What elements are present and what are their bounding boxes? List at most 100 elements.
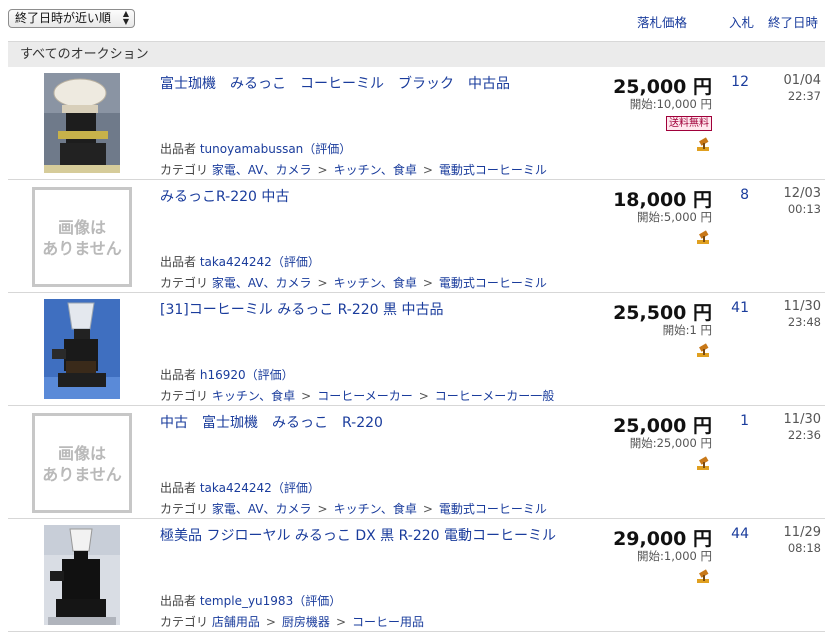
- seller-label: 出品者: [160, 594, 197, 608]
- category-link[interactable]: キッチン、食卓: [212, 389, 295, 403]
- no-image-text: 画像は: [57, 218, 106, 237]
- seller-rating-link[interactable]: （評価）: [303, 142, 351, 156]
- category-breadcrumb: カテゴリ 家電、AV、カメラ > キッチン、食卓 > 電動式コーヒーミル: [160, 500, 547, 517]
- category-link[interactable]: キッチン、食卓: [334, 276, 417, 290]
- category-link[interactable]: コーヒー用品: [352, 615, 424, 629]
- item-title-link[interactable]: 富士珈機 みるっこ コーヒーミル ブラック 中古品: [160, 73, 510, 93]
- category-label: カテゴリ: [160, 502, 209, 516]
- category-link[interactable]: 家電、AV、カメラ: [212, 276, 312, 290]
- category-breadcrumb: カテゴリ 店舗用品 > 厨房機器 > コーヒー用品: [160, 613, 424, 630]
- current-price: 18,000 円: [613, 189, 712, 211]
- item-thumbnail[interactable]: [44, 73, 120, 173]
- bid-hammer-icon[interactable]: [696, 456, 711, 471]
- bid-hammer-icon[interactable]: [696, 343, 711, 358]
- category-link[interactable]: 電動式コーヒーミル: [439, 276, 547, 290]
- list-item: [31]コーヒーミル みるっこ R-220 黒 中古品 出品者 h16920（評…: [8, 293, 825, 406]
- bid-hammer-icon[interactable]: [696, 137, 711, 152]
- end-time: 08:18: [787, 541, 821, 555]
- no-image-text: ありません: [42, 465, 122, 484]
- results-header: 終了日時が近い順 ▲ ▼ 落札価格 入札 終了日時: [0, 0, 833, 41]
- list-item: 画像は ありません 中古 富士珈機 みるっこ R-220 出品者 taka424…: [8, 406, 825, 519]
- bid-count-link[interactable]: 1: [740, 413, 749, 429]
- start-price: 開始:10,000 円: [629, 97, 712, 111]
- item-thumbnail[interactable]: [44, 525, 120, 625]
- seller-rating-link[interactable]: （評価）: [272, 255, 320, 269]
- breadcrumb-separator: >: [335, 615, 346, 629]
- seller-info: 出品者 taka424242（評価）: [160, 253, 320, 270]
- item-title-link[interactable]: [31]コーヒーミル みるっこ R-220 黒 中古品: [160, 299, 443, 319]
- item-thumbnail[interactable]: [44, 299, 120, 399]
- seller-info: 出品者 h16920（評価）: [160, 366, 294, 383]
- sort-by-price[interactable]: 落札価格: [637, 12, 687, 31]
- category-link[interactable]: 店舗用品: [212, 615, 260, 629]
- seller-label: 出品者: [160, 481, 197, 495]
- bid-hammer-icon[interactable]: [696, 230, 711, 245]
- end-date: 11/30: [783, 299, 821, 314]
- breadcrumb-separator: >: [422, 163, 433, 177]
- seller-info: 出品者 taka424242（評価）: [160, 479, 320, 496]
- category-link[interactable]: 電動式コーヒーミル: [439, 163, 547, 177]
- category-breadcrumb: カテゴリ 家電、AV、カメラ > キッチン、食卓 > 電動式コーヒーミル: [160, 274, 547, 291]
- category-breadcrumb: カテゴリ キッチン、食卓 > コーヒーメーカー > コーヒーメーカー一般: [160, 387, 554, 404]
- seller-label: 出品者: [160, 368, 197, 382]
- end-time: 22:36: [787, 428, 821, 442]
- seller-link[interactable]: h16920: [200, 368, 246, 382]
- item-title-link[interactable]: 極美品 フジローヤル みるっこ DX 黒 R-220 電動コーヒーミル: [160, 525, 556, 545]
- seller-link[interactable]: taka424242: [200, 481, 272, 495]
- category-label: カテゴリ: [160, 163, 209, 177]
- category-link[interactable]: 電動式コーヒーミル: [439, 502, 547, 516]
- sort-by-end-time[interactable]: 終了日時: [768, 12, 818, 31]
- category-label: カテゴリ: [160, 615, 209, 629]
- category-label: カテゴリ: [160, 276, 209, 290]
- end-date: 11/30: [783, 412, 821, 427]
- bid-count-link[interactable]: 44: [731, 526, 749, 542]
- breadcrumb-separator: >: [317, 502, 328, 516]
- seller-rating-link[interactable]: （評価）: [272, 481, 320, 495]
- category-link[interactable]: 家電、AV、カメラ: [212, 502, 312, 516]
- category-link[interactable]: コーヒーメーカー: [317, 389, 413, 403]
- seller-label: 出品者: [160, 142, 197, 156]
- no-image-placeholder[interactable]: 画像は ありません: [32, 413, 132, 513]
- list-item: 極美品 フジローヤル みるっこ DX 黒 R-220 電動コーヒーミル 出品者 …: [8, 519, 825, 632]
- no-image-placeholder[interactable]: 画像は ありません: [32, 187, 132, 287]
- seller-link[interactable]: tunoyamabussan: [200, 142, 303, 156]
- start-price: 開始:1,000 円: [637, 549, 712, 563]
- seller-info: 出品者 temple_yu1983（評価）: [160, 592, 341, 609]
- bid-count-link[interactable]: 8: [740, 187, 749, 203]
- category-link[interactable]: キッチン、食卓: [334, 163, 417, 177]
- item-title-link[interactable]: 中古 富士珈機 みるっこ R-220: [160, 412, 383, 432]
- seller-rating-link[interactable]: （評価）: [293, 594, 341, 608]
- category-label: カテゴリ: [160, 389, 209, 403]
- bid-count-link[interactable]: 12: [731, 74, 749, 90]
- free-shipping-badge: 送料無料: [666, 116, 712, 131]
- seller-label: 出品者: [160, 255, 197, 269]
- end-date: 01/04: [783, 73, 821, 88]
- list-item: 富士珈機 みるっこ コーヒーミル ブラック 中古品 出品者 tunoyamabu…: [8, 67, 825, 180]
- breadcrumb-separator: >: [422, 502, 433, 516]
- breadcrumb-separator: >: [265, 615, 276, 629]
- breadcrumb-separator: >: [301, 389, 312, 403]
- seller-link[interactable]: taka424242: [200, 255, 272, 269]
- sort-by-bids[interactable]: 入札: [729, 12, 754, 31]
- seller-rating-link[interactable]: （評価）: [246, 368, 294, 382]
- section-title: すべてのオークション: [8, 41, 825, 67]
- seller-link[interactable]: temple_yu1983: [200, 594, 293, 608]
- category-link[interactable]: 家電、AV、カメラ: [212, 163, 312, 177]
- end-date: 11/29: [783, 525, 821, 540]
- start-price: 開始:1 円: [662, 323, 712, 337]
- category-link[interactable]: キッチン、食卓: [334, 502, 417, 516]
- sort-order-select[interactable]: 終了日時が近い順 ▲ ▼: [8, 9, 135, 28]
- current-price: 29,000 円: [613, 528, 712, 550]
- seller-info: 出品者 tunoyamabussan（評価）: [160, 140, 351, 157]
- breadcrumb-separator: >: [317, 163, 328, 177]
- category-link[interactable]: 厨房機器: [282, 615, 330, 629]
- item-title-link[interactable]: みるっこR-220 中古: [160, 186, 289, 206]
- bid-count-link[interactable]: 41: [731, 300, 749, 316]
- no-image-text: 画像は: [57, 444, 106, 463]
- category-link[interactable]: コーヒーメーカー一般: [435, 389, 555, 403]
- end-time: 00:13: [787, 202, 821, 216]
- bid-hammer-icon[interactable]: [696, 569, 711, 584]
- end-date: 12/03: [783, 186, 821, 201]
- end-time: 23:48: [787, 315, 821, 329]
- start-price: 開始:25,000 円: [629, 436, 712, 450]
